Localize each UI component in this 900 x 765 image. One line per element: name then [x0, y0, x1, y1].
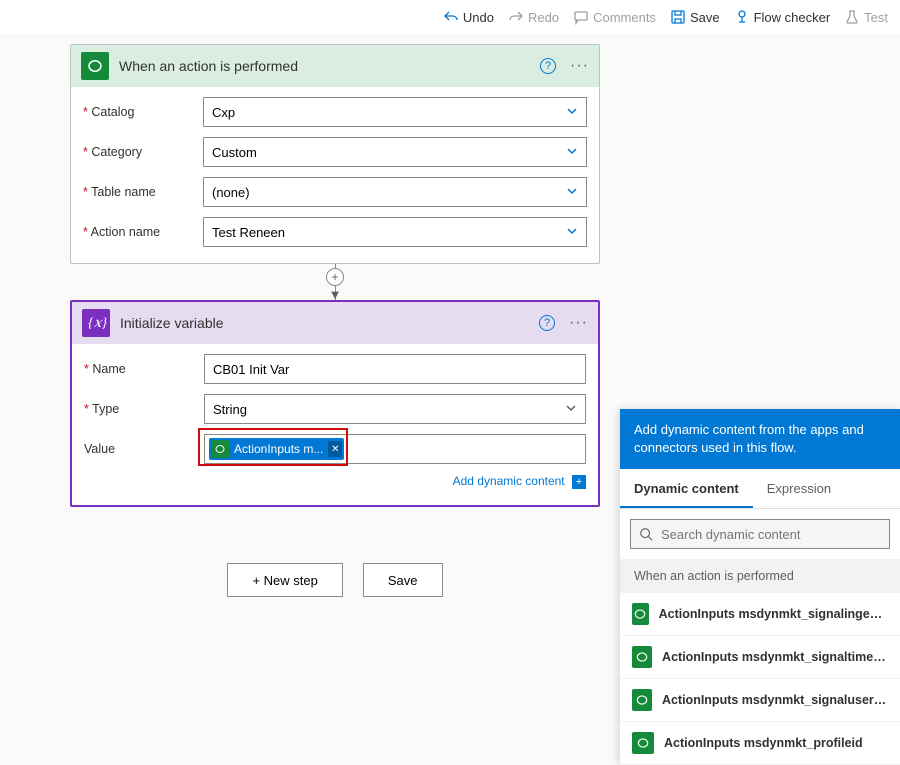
- dyn-item-label: ActionInputs msdynmkt_signalingestiontim…: [659, 607, 888, 621]
- flow-checker-icon: [734, 9, 750, 25]
- chevron-down-icon: [565, 402, 577, 417]
- test-label: Test: [864, 10, 888, 25]
- action-name-select[interactable]: Test Reneen: [203, 217, 587, 247]
- action-card: {𝑥} Initialize variable ? ··· Name Type …: [70, 300, 600, 507]
- redo-icon: [508, 9, 524, 25]
- chevron-down-icon: [566, 105, 578, 120]
- dyn-item[interactable]: ActionInputs msdynmkt_profileid: [620, 722, 900, 765]
- dynamic-content-panel: Add dynamic content from the apps and co…: [620, 409, 900, 765]
- flow-checker-button[interactable]: Flow checker: [734, 9, 831, 25]
- action-name-value: Test Reneen: [212, 225, 285, 240]
- dyn-item-label: ActionInputs msdynmkt_signaltimestamp: [662, 650, 888, 664]
- token-remove[interactable]: ✕: [328, 441, 342, 457]
- help-icon[interactable]: ?: [539, 315, 555, 331]
- connector: + ▼: [70, 264, 600, 300]
- redo-button: Redo: [508, 9, 559, 25]
- dataverse-icon: [211, 440, 229, 458]
- var-type-value: String: [213, 402, 247, 417]
- dyn-search[interactable]: [630, 519, 890, 549]
- trigger-body: Catalog Cxp Category Custom: [71, 87, 599, 263]
- dyn-search-input[interactable]: [661, 527, 881, 542]
- category-select[interactable]: Custom: [203, 137, 587, 167]
- dyn-item[interactable]: ActionInputs msdynmkt_signalingestiontim…: [620, 593, 900, 636]
- tab-dynamic-content[interactable]: Dynamic content: [620, 469, 753, 508]
- more-icon[interactable]: ···: [569, 314, 588, 332]
- chevron-down-icon: [566, 185, 578, 200]
- table-label: Table name: [83, 185, 203, 199]
- catalog-value: Cxp: [212, 105, 235, 120]
- action-name-label: Action name: [83, 225, 203, 239]
- dataverse-icon: [632, 732, 654, 754]
- arrow-down-icon: ▼: [329, 287, 342, 302]
- var-type-label: Type: [84, 402, 204, 416]
- tab-expression[interactable]: Expression: [753, 469, 845, 508]
- chevron-down-icon: [566, 145, 578, 160]
- undo-button[interactable]: Undo: [443, 9, 494, 25]
- table-select[interactable]: (none): [203, 177, 587, 207]
- dyn-item[interactable]: ActionInputs msdynmkt_signaluserauthid: [620, 679, 900, 722]
- more-icon[interactable]: ···: [570, 57, 589, 75]
- add-dynamic-plus-icon[interactable]: +: [572, 475, 586, 489]
- trigger-title: When an action is performed: [119, 58, 530, 74]
- save-icon: [670, 9, 686, 25]
- add-dynamic-content-row: Add dynamic content +: [84, 474, 586, 489]
- save-label: Save: [690, 10, 720, 25]
- undo-icon: [443, 9, 459, 25]
- dynamic-token[interactable]: ActionInputs m... ✕: [209, 438, 344, 460]
- add-dynamic-link[interactable]: Add dynamic content: [453, 474, 565, 488]
- trigger-card: When an action is performed ? ··· Catalo…: [70, 44, 600, 264]
- help-icon[interactable]: ?: [540, 58, 556, 74]
- comments-button[interactable]: Comments: [573, 9, 656, 25]
- dataverse-icon: [632, 689, 652, 711]
- search-icon: [639, 527, 653, 541]
- catalog-select[interactable]: Cxp: [203, 97, 587, 127]
- table-value: (none): [212, 185, 250, 200]
- dataverse-icon: [632, 646, 652, 668]
- trigger-header[interactable]: When an action is performed ? ···: [71, 45, 599, 87]
- var-name-input[interactable]: [204, 354, 586, 384]
- toolbar: Undo Redo Comments Save Flow checker Tes…: [0, 0, 900, 34]
- action-title: Initialize variable: [120, 315, 529, 331]
- comments-icon: [573, 9, 589, 25]
- new-step-button[interactable]: + New step: [227, 563, 342, 597]
- dyn-item-label: ActionInputs msdynmkt_profileid: [664, 736, 863, 750]
- test-button[interactable]: Test: [844, 9, 888, 25]
- test-icon: [844, 9, 860, 25]
- action-body: Name Type String Value: [72, 344, 598, 505]
- dyn-panel-tabs: Dynamic content Expression: [620, 469, 900, 509]
- var-value-label: Value: [84, 442, 204, 456]
- var-type-select[interactable]: String: [204, 394, 586, 424]
- dyn-item[interactable]: ActionInputs msdynmkt_signaltimestamp: [620, 636, 900, 679]
- footer-buttons: + New step Save: [70, 563, 600, 597]
- var-value-input[interactable]: ActionInputs m... ✕: [204, 434, 586, 464]
- undo-label: Undo: [463, 10, 494, 25]
- action-header[interactable]: {𝑥} Initialize variable ? ···: [72, 302, 598, 344]
- dataverse-icon: [81, 52, 109, 80]
- chevron-down-icon: [566, 225, 578, 240]
- dyn-item-label: ActionInputs msdynmkt_signaluserauthid: [662, 693, 888, 707]
- variable-icon: {𝑥}: [82, 309, 110, 337]
- flow-checker-label: Flow checker: [754, 10, 831, 25]
- dyn-panel-header: Add dynamic content from the apps and co…: [620, 409, 900, 469]
- catalog-label: Catalog: [83, 105, 203, 119]
- save-button[interactable]: Save: [670, 9, 720, 25]
- save-flow-button[interactable]: Save: [363, 563, 443, 597]
- var-name-label: Name: [84, 362, 204, 376]
- dataverse-icon: [632, 603, 649, 625]
- token-label: ActionInputs m...: [232, 442, 325, 456]
- add-step-plus[interactable]: +: [326, 268, 344, 286]
- category-value: Custom: [212, 145, 257, 160]
- dyn-group-header: When an action is performed: [620, 559, 900, 593]
- redo-label: Redo: [528, 10, 559, 25]
- category-label: Category: [83, 145, 203, 159]
- comments-label: Comments: [593, 10, 656, 25]
